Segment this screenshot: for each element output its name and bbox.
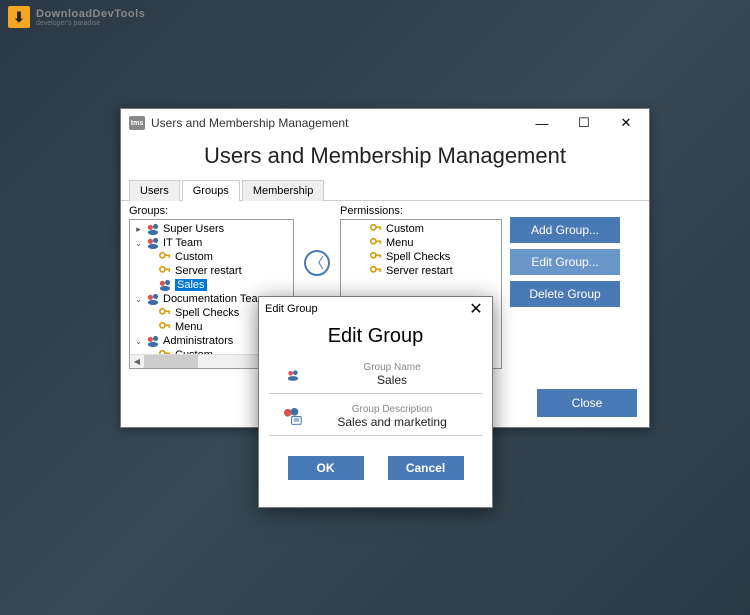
tab-users[interactable]: Users (129, 180, 180, 201)
edit-group-button[interactable]: Edit Group... (510, 249, 620, 275)
window-title: Users and Membership Management (151, 116, 527, 130)
tree-node-label: Documentation Team (163, 293, 267, 305)
tree-node[interactable]: Sales (132, 278, 291, 292)
brand-subtitle: developer's paradise (36, 20, 145, 27)
minimize-button[interactable]: — (527, 113, 557, 133)
tree-node[interactable]: Server restart (132, 264, 291, 278)
permissions-label: Permissions: (340, 205, 502, 217)
tree-node[interactable]: Custom (132, 250, 291, 264)
key-node-icon (369, 223, 383, 235)
permission-node[interactable]: Custom (343, 222, 499, 236)
permission-node[interactable]: Server restart (343, 264, 499, 278)
permission-node[interactable]: Spell Checks (343, 250, 499, 264)
key-node-icon (158, 321, 172, 333)
brand-title: DownloadDevTools (36, 8, 145, 20)
groups-label: Groups: (129, 205, 294, 217)
group-desc-row: Group Description Sales and marketing (269, 400, 482, 436)
tree-node-label: Administrators (163, 335, 233, 347)
group-node-icon (158, 279, 172, 291)
key-node-icon (369, 237, 383, 249)
key-node-icon (158, 265, 172, 277)
permission-label: Server restart (386, 265, 453, 277)
key-node-icon (369, 265, 383, 277)
group-name-row: Group Name Sales (269, 358, 482, 394)
tree-caret-icon[interactable]: ▸ (134, 224, 143, 235)
ok-button[interactable]: OK (288, 456, 364, 480)
tree-node-label: Super Users (163, 223, 224, 235)
dialog-heading: Edit Group (259, 321, 492, 358)
cancel-button[interactable]: Cancel (388, 456, 464, 480)
tabs: Users Groups Membership (121, 179, 649, 201)
maximize-button[interactable]: ☐ (569, 113, 599, 133)
brand-watermark: ⬇ DownloadDevTools developer's paradise (8, 6, 145, 28)
app-icon: tms (129, 116, 145, 130)
key-node-icon (158, 307, 172, 319)
page-heading: Users and Membership Management (121, 137, 649, 179)
move-left-button[interactable]: 〈 (304, 250, 330, 276)
group-node-icon (146, 335, 160, 347)
chevron-left-icon: 〈 (310, 253, 324, 273)
group-icon (281, 363, 304, 387)
tab-groups[interactable]: Groups (182, 180, 240, 201)
key-node-icon (369, 251, 383, 263)
tree-caret-icon[interactable]: ⌄ (134, 336, 143, 347)
edit-group-dialog: Edit Group ✕ Edit Group Group Name Sales… (258, 296, 493, 508)
tree-caret-icon[interactable]: ⌄ (134, 238, 143, 249)
tree-node-label: Sales (175, 279, 207, 291)
permission-label: Menu (386, 237, 414, 249)
titlebar[interactable]: tms Users and Membership Management — ☐ … (121, 109, 649, 137)
group-name-label: Group Name (314, 362, 470, 373)
group-node-icon (146, 223, 160, 235)
delete-group-button[interactable]: Delete Group (510, 281, 620, 307)
description-icon (281, 405, 304, 429)
close-window-button[interactable]: ✕ (611, 113, 641, 133)
permission-label: Spell Checks (386, 251, 450, 263)
tree-node-label: Server restart (175, 265, 242, 277)
tree-node-label: IT Team (163, 237, 202, 249)
group-node-icon (146, 293, 160, 305)
dialog-titlebar[interactable]: Edit Group ✕ (259, 297, 492, 321)
group-node-icon (146, 237, 160, 249)
group-name-field[interactable]: Sales (314, 373, 470, 387)
group-desc-label: Group Description (314, 404, 470, 415)
close-button[interactable]: Close (537, 389, 637, 417)
scroll-thumb[interactable] (144, 355, 198, 368)
permission-label: Custom (386, 223, 424, 235)
tree-node[interactable]: ▸ Super Users (132, 222, 291, 236)
scroll-left-icon[interactable]: ◀ (130, 355, 144, 368)
permission-node[interactable]: Menu (343, 236, 499, 250)
dialog-title: Edit Group (265, 303, 466, 315)
tree-node-label: Spell Checks (175, 307, 239, 319)
group-desc-field[interactable]: Sales and marketing (314, 415, 470, 429)
tree-caret-icon[interactable]: ⌄ (134, 294, 143, 305)
brand-icon: ⬇ (8, 6, 30, 28)
group-actions: Add Group... Edit Group... Delete Group (510, 205, 620, 307)
dialog-close-button[interactable]: ✕ (466, 299, 486, 319)
tree-node[interactable]: ⌄ IT Team (132, 236, 291, 250)
key-node-icon (158, 251, 172, 263)
tree-node-label: Menu (175, 321, 203, 333)
add-group-button[interactable]: Add Group... (510, 217, 620, 243)
tab-membership[interactable]: Membership (242, 180, 325, 201)
tree-node-label: Custom (175, 251, 213, 263)
